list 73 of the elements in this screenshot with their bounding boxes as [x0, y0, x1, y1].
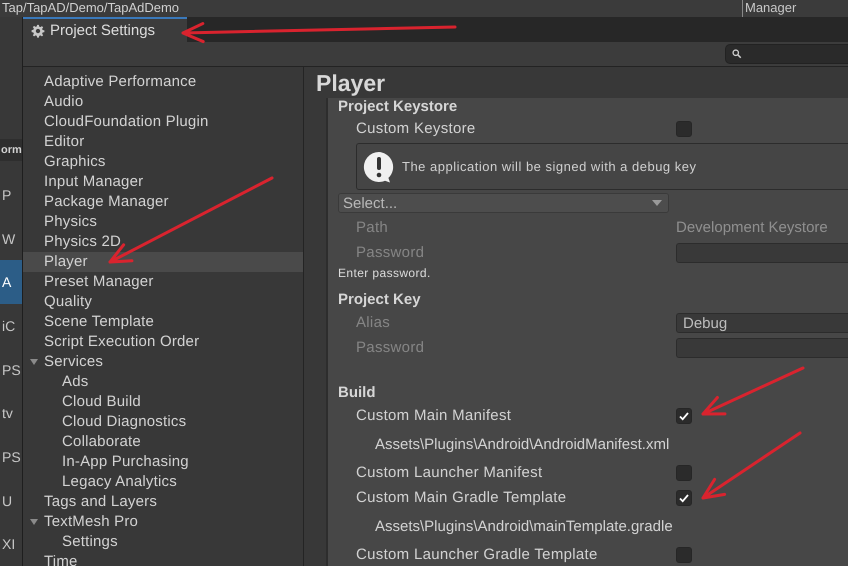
sidebar-item[interactable]: Scene Template	[23, 312, 303, 332]
field-label: Custom Launcher Manifest	[356, 464, 544, 481]
list-item[interactable]: U	[0, 478, 22, 522]
sidebar-item[interactable]: Services	[23, 352, 303, 372]
list-item[interactable]: XI	[0, 522, 22, 566]
sidebar-item[interactable]: Editor	[23, 132, 303, 152]
checkmark-icon	[678, 492, 690, 504]
checkbox[interactable]	[676, 490, 692, 506]
input-field[interactable]	[676, 242, 848, 262]
sidebar-item[interactable]: Collaborate	[23, 432, 303, 452]
list-item[interactable]: A	[0, 260, 22, 304]
panel-title: Player	[315, 69, 386, 98]
sidebar-item[interactable]: Ads	[23, 372, 303, 392]
settings-icon	[31, 24, 45, 38]
path-text: Tap/TapAD/Demo/TapAdDemo	[1, 0, 180, 17]
sidebar-item[interactable]: Quality	[23, 292, 303, 312]
list-item[interactable]: PS	[0, 435, 22, 479]
sidebar-item[interactable]: Settings	[23, 532, 303, 552]
search-icon	[732, 49, 742, 59]
sidebar-item[interactable]: Script Execution Order	[23, 332, 303, 352]
list-item[interactable]: tv	[0, 391, 22, 436]
caret-icon	[652, 200, 662, 206]
checkbox[interactable]	[676, 408, 692, 424]
file-path: Assets\Plugins\Android\mainTemplate.gradle	[375, 518, 673, 534]
window-tab[interactable]: Project Settings	[23, 17, 187, 42]
field-label: Custom Main Gradle Template	[356, 489, 568, 506]
sidebar-item[interactable]: Cloud Build	[23, 392, 303, 412]
input-field[interactable]	[676, 338, 848, 358]
checkbox[interactable]	[676, 546, 692, 562]
sidebar-item[interactable]: Package Manager	[23, 192, 303, 212]
foldout-triangle-icon[interactable]	[29, 517, 39, 527]
sidebar-item[interactable]: TextMesh Pro	[23, 512, 303, 532]
list-header: orm	[0, 139, 22, 161]
section-title: Project Keystore	[338, 98, 458, 116]
field-label: Password	[356, 339, 426, 356]
field-label: Alias	[356, 314, 392, 331]
sidebar-item[interactable]: Graphics	[23, 152, 303, 172]
field-label: Path	[356, 219, 390, 236]
sidebar-item[interactable]: Time	[23, 552, 303, 566]
search-field[interactable]	[725, 44, 848, 64]
section-title: Build	[338, 383, 376, 403]
field-value: Development Keystore	[676, 219, 828, 236]
foldout-triangle-icon[interactable]	[29, 357, 39, 367]
list-item[interactable]: P	[0, 173, 22, 217]
sidebar-item[interactable]: Cloud Diagnostics	[23, 412, 303, 432]
sidebar-item[interactable]: Physics 2D	[23, 232, 303, 252]
sidebar-item[interactable]: Adaptive Performance	[23, 72, 303, 92]
sidebar-item[interactable]: CloudFoundation Plugin	[23, 112, 303, 132]
sidebar-item[interactable]: Legacy Analytics	[23, 472, 303, 492]
list-item[interactable]: iC	[0, 304, 22, 348]
list-item[interactable]: PS	[0, 348, 22, 392]
file-path: Assets\Plugins\Android\AndroidManifest.xml	[375, 436, 670, 452]
sidebar-item[interactable]: Tags and Layers	[23, 492, 303, 512]
field-label: Custom Main Manifest	[356, 407, 512, 424]
list-item[interactable]: W	[0, 216, 22, 260]
sidebar-item[interactable]: Physics	[23, 212, 303, 232]
dropdown[interactable]: Select...	[338, 193, 669, 213]
checkbox[interactable]	[676, 464, 692, 480]
field-label: Custom Keystore	[356, 120, 477, 137]
sidebar-item[interactable]: In-App Purchasing	[23, 452, 303, 472]
window-title: Project Settings	[50, 22, 156, 39]
field-label: Password	[356, 244, 426, 261]
hint-text: Enter password.	[338, 265, 432, 282]
checkmark-icon	[678, 410, 690, 422]
field-label: Custom Launcher Gradle Template	[356, 546, 599, 563]
sidebar-item[interactable]: Audio	[23, 92, 303, 112]
warning-icon	[363, 150, 395, 182]
section-title: Project Key	[338, 290, 422, 310]
sidebar-item[interactable]: Player	[23, 252, 303, 272]
checkbox[interactable]	[676, 120, 692, 136]
sidebar-item[interactable]: Input Manager	[23, 172, 303, 192]
help-text: The application will be signed with a debug key	[402, 159, 697, 174]
sidebar-item[interactable]: Preset Manager	[23, 272, 303, 292]
